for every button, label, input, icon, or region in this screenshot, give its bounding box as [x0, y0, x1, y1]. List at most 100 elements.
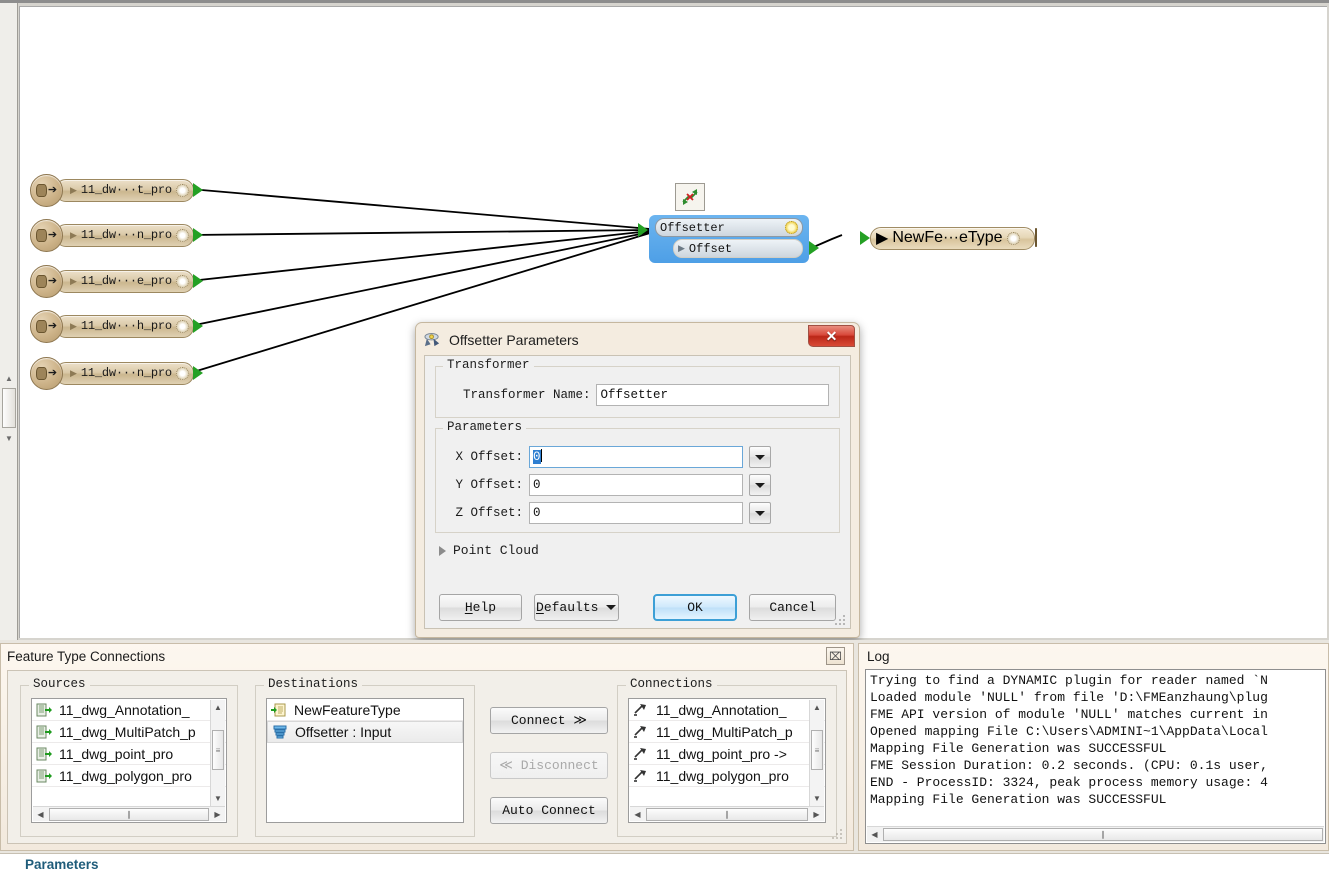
transformer-name-input[interactable]: Offsetter	[596, 384, 829, 406]
scroll-up-arrow-icon[interactable]: ▲	[3, 373, 15, 385]
reader-node-label: 11_dw···e_pro	[80, 274, 172, 288]
list-item[interactable]: 11_dwg_point_pro ->	[629, 743, 825, 765]
ok-button[interactable]: OK	[652, 594, 738, 621]
reader-node-3[interactable]: ➔ ▶ 11_dw···h_pro	[30, 309, 203, 343]
list-item[interactable]: 11_dwg_MultiPatch_p	[32, 721, 226, 743]
x-offset-input[interactable]: 0	[529, 446, 743, 468]
close-icon[interactable]: ⌧	[826, 647, 845, 665]
scroll-thumb[interactable]: ∥	[646, 807, 808, 821]
reader-node-body[interactable]: ▶ 11_dw···n_pro	[55, 223, 194, 247]
reader-node-label: 11_dw···t_pro	[80, 183, 172, 197]
reader-node-body[interactable]: ▶ 11_dw···n_pro	[55, 361, 194, 385]
z-offset-dropdown-button[interactable]	[749, 502, 771, 524]
writer-node-newfeaturetype[interactable]: ▶ NewFe···eType ➔	[860, 221, 1038, 255]
dialog-button-bar: Help Defaults OK Cancel	[425, 594, 850, 621]
sources-listbox[interactable]: 11_dwg_Annotation_ 11_dwg_MultiPatch_p 1…	[31, 698, 227, 823]
scroll-down-arrow-icon[interactable]: ▼	[810, 791, 824, 806]
scroll-down-arrow-icon[interactable]: ▼	[3, 433, 15, 445]
reader-node-2[interactable]: ➔ ▶ 11_dw···e_pro	[30, 264, 203, 298]
scroll-left-arrow-icon[interactable]: ◀	[867, 830, 882, 839]
canvas-vertical-scrollbar[interactable]: ▲ ▼	[0, 3, 18, 640]
writer-node-body[interactable]: ▶ NewFe···eType	[870, 226, 1035, 250]
cancel-button[interactable]: Cancel	[749, 594, 836, 621]
chevron-down-icon	[755, 482, 765, 488]
scroll-left-arrow-icon[interactable]: ◀	[33, 810, 48, 819]
list-item[interactable]: 11_dwg_polygon_pro	[32, 765, 226, 787]
list-item[interactable]: NewFeatureType	[267, 699, 463, 721]
transformer-input-port-icon[interactable]	[638, 223, 648, 237]
point-cloud-label: Point Cloud	[453, 543, 539, 558]
scroll-up-arrow-icon[interactable]: ▲	[810, 700, 824, 715]
resize-grip-icon[interactable]	[835, 615, 847, 627]
gear-icon[interactable]	[175, 366, 189, 380]
list-item[interactable]: 11_dwg_point_pro	[32, 743, 226, 765]
reader-node-body[interactable]: ▶ 11_dw···h_pro	[55, 314, 194, 338]
dialog-title-bar[interactable]: Offsetter Parameters ✕	[419, 325, 856, 354]
scroll-up-arrow-icon[interactable]: ▲	[211, 700, 225, 715]
output-port-icon[interactable]	[192, 366, 203, 380]
writer-input-port-icon[interactable]	[860, 231, 870, 245]
list-item[interactable]: 11_dwg_polygon_pro	[629, 765, 825, 787]
gear-icon[interactable]	[175, 274, 189, 288]
gear-icon[interactable]	[785, 221, 798, 234]
transformer-output-port-row[interactable]: ▶ Offset	[673, 239, 803, 258]
connect-button[interactable]: Connect ≫	[490, 707, 608, 734]
x-offset-dropdown-button[interactable]	[749, 446, 771, 468]
scroll-thumb[interactable]: ≡	[212, 730, 224, 770]
reader-node-body[interactable]: ▶ 11_dw···e_pro	[55, 269, 194, 293]
defaults-button[interactable]: Defaults	[533, 594, 619, 621]
help-button[interactable]: Help	[439, 594, 522, 621]
gear-icon[interactable]	[175, 228, 189, 242]
feature-type-connections-body: Sources 11_dwg_Annotation_ 11_dwg_MultiP…	[7, 670, 847, 844]
reader-node-1[interactable]: ➔ ▶ 11_dw···n_pro	[30, 218, 203, 252]
close-icon[interactable]: ✕	[808, 325, 855, 347]
scroll-right-arrow-icon[interactable]: ▶	[210, 810, 225, 819]
list-item-label: NewFeatureType	[294, 701, 401, 718]
source-feature-type-icon	[36, 725, 52, 738]
transformer-output-port-icon[interactable]	[809, 241, 819, 255]
output-port-icon[interactable]	[192, 319, 203, 333]
transformer-node-offsetter[interactable]: Offsetter ▶ Offset	[638, 215, 819, 263]
list-item[interactable]: Offsetter : Input	[267, 721, 463, 743]
scroll-thumb[interactable]: ≡	[811, 730, 823, 770]
list-item[interactable]: 11_dwg_Annotation_	[629, 699, 825, 721]
log-body[interactable]: Trying to find a DYNAMIC plugin for read…	[865, 669, 1326, 844]
connections-listbox[interactable]: 11_dwg_Annotation_ 11_dwg_MultiPatch_p 1…	[628, 698, 826, 823]
offsetter-parameters-dialog[interactable]: Offsetter Parameters ✕ Transformer Trans…	[415, 322, 860, 638]
output-port-icon[interactable]	[192, 274, 203, 288]
scroll-left-arrow-icon[interactable]: ◀	[630, 810, 645, 819]
z-offset-input[interactable]: 0	[529, 502, 743, 524]
gear-icon[interactable]	[1006, 231, 1020, 245]
reader-node-4[interactable]: ➔ ▶ 11_dw···n_pro	[30, 356, 203, 390]
reader-node-0[interactable]: ➔ ▶ 11_dw···t_pro	[30, 173, 203, 207]
break-connection-icon[interactable]	[675, 183, 705, 211]
sources-vertical-scrollbar[interactable]: ▲ ≡ ▼	[210, 700, 225, 806]
list-item[interactable]: 11_dwg_MultiPatch_p	[629, 721, 825, 743]
reader-node-body[interactable]: ▶ 11_dw···t_pro	[55, 178, 194, 202]
auto-connect-button[interactable]: Auto Connect	[490, 797, 608, 824]
point-cloud-section-toggle[interactable]: Point Cloud	[439, 543, 850, 558]
resize-grip-icon[interactable]	[832, 829, 844, 841]
scroll-thumb[interactable]: ∥	[49, 807, 209, 821]
y-offset-dropdown-button[interactable]	[749, 474, 771, 496]
log-horizontal-scrollbar[interactable]: ◀ ∥	[867, 826, 1324, 842]
output-port-icon[interactable]	[192, 183, 203, 197]
destinations-listbox[interactable]: NewFeatureType Offsetter : Input	[266, 698, 464, 823]
gear-icon[interactable]	[175, 319, 189, 333]
canvas-scroll-thumb[interactable]	[2, 388, 16, 428]
scroll-down-arrow-icon[interactable]: ▼	[211, 791, 225, 806]
z-offset-label: Z Offset:	[455, 506, 523, 520]
connections-vertical-scrollbar[interactable]: ▲ ≡ ▼	[809, 700, 824, 806]
list-item-label: 11_dwg_Annotation_	[656, 701, 787, 718]
transformer-title-row[interactable]: Offsetter	[655, 218, 803, 237]
sources-horizontal-scrollbar[interactable]: ◀ ∥ ▶	[33, 806, 225, 821]
connections-horizontal-scrollbar[interactable]: ◀ ∥ ▶	[630, 806, 824, 821]
y-offset-input[interactable]: 0	[529, 474, 743, 496]
output-port-icon[interactable]	[192, 228, 203, 242]
reader-node-label: 11_dw···n_pro	[80, 366, 172, 380]
z-offset-row: Z Offset: 0	[446, 501, 829, 525]
gear-icon[interactable]	[175, 183, 189, 197]
scroll-thumb[interactable]: ∥	[883, 828, 1323, 841]
list-item[interactable]: 11_dwg_Annotation_	[32, 699, 226, 721]
scroll-right-arrow-icon[interactable]: ▶	[809, 810, 824, 819]
